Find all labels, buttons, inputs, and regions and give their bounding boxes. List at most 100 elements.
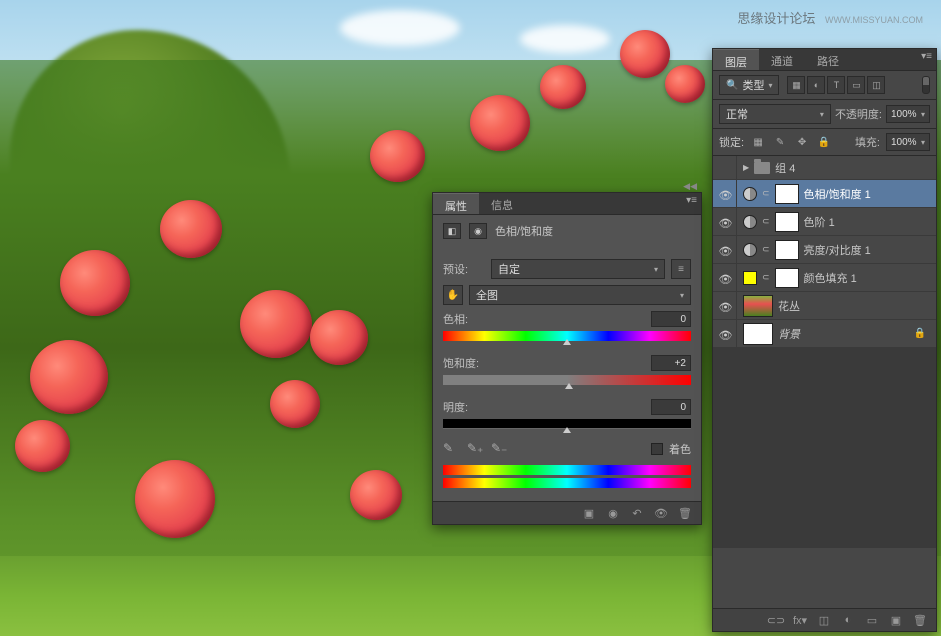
filter-shape-icon[interactable]: ▭ — [847, 76, 865, 94]
visibility-icon[interactable]: 👁 — [719, 301, 733, 311]
link-icon[interactable]: ⊂ — [762, 244, 770, 255]
link-icon[interactable]: ⊂ — [762, 216, 770, 227]
filter-type-select[interactable]: 🔍类型▾ — [719, 75, 779, 95]
disclosure-icon[interactable]: ▶ — [743, 163, 749, 172]
opacity-label: 不透明度: — [835, 106, 882, 122]
targeted-adjust-icon[interactable]: ✋ — [443, 285, 463, 305]
link-icon[interactable]: ⊂ — [762, 272, 770, 283]
lightness-value[interactable] — [651, 399, 691, 415]
filter-pixel-icon[interactable]: ▦ — [787, 76, 805, 94]
delete-layer-icon[interactable]: 🗑 — [912, 613, 928, 627]
tab-channels[interactable]: 通道 — [759, 49, 805, 70]
saturation-label: 饱和度: — [443, 355, 485, 371]
adjustment-icon — [743, 243, 757, 257]
visibility-icon[interactable]: 👁 — [719, 273, 733, 283]
layer-group[interactable]: ▶ 组 4 — [713, 156, 936, 180]
mask-thumb[interactable] — [775, 240, 799, 260]
layer-style-icon[interactable]: fx▾ — [792, 613, 808, 627]
fill-label: 填充: — [855, 134, 880, 150]
visibility-icon[interactable]: 👁 — [719, 217, 733, 227]
folder-icon — [754, 162, 770, 174]
add-mask-icon[interactable]: ◫ — [816, 613, 832, 627]
eyedropper-add-icon[interactable]: ✎₊ — [467, 441, 483, 457]
eyedropper-icon[interactable]: ✎ — [443, 441, 459, 457]
tab-layers[interactable]: 图层 — [713, 49, 759, 70]
tab-info[interactable]: 信息 — [479, 193, 525, 214]
visibility-icon[interactable]: 👁 — [719, 189, 733, 199]
hue-value[interactable] — [651, 311, 691, 327]
preset-select[interactable]: 自定▾ — [491, 259, 665, 279]
lock-all-icon[interactable]: 🔒 — [816, 135, 832, 149]
layer-levels[interactable]: 👁 ⊂ 色阶 1 — [713, 208, 936, 236]
rose — [540, 65, 586, 109]
filter-toggle[interactable] — [922, 76, 930, 94]
layer-name: 亮度/对比度 1 — [804, 242, 871, 258]
filter-smart-icon[interactable]: ◫ — [867, 76, 885, 94]
new-layer-icon[interactable]: ▣ — [888, 613, 904, 627]
layers-tabs: 图层 通道 路径 ▾≡ — [713, 49, 936, 71]
layer-thumb[interactable] — [743, 295, 773, 317]
lightness-label: 明度: — [443, 399, 485, 415]
properties-panel: ◀◀ 属性 信息 ▾≡ ◧ ◉ 色相/饱和度 预设: 自定▾ ≡ ✋ 全图▾ 色… — [432, 192, 702, 525]
adjustment-type-icon[interactable]: ◧ — [443, 223, 461, 239]
link-icon[interactable]: ⊂ — [762, 188, 770, 199]
new-group-icon[interactable]: ▭ — [864, 613, 880, 627]
layer-name: 组 4 — [775, 160, 795, 176]
panel-menu-icon[interactable]: ▾≡ — [686, 195, 697, 206]
rose — [310, 310, 368, 365]
panel-menu-icon[interactable]: ▾≡ — [921, 51, 932, 62]
adjustment-icon — [743, 215, 757, 229]
layer-name: 背景 — [778, 326, 800, 342]
lightness-slider[interactable] — [443, 419, 691, 429]
saturation-slider[interactable] — [443, 375, 691, 385]
mask-thumb[interactable] — [775, 268, 799, 288]
eyedropper-subtract-icon[interactable]: ✎₋ — [491, 441, 507, 457]
fill-swatch — [743, 271, 757, 285]
tab-paths[interactable]: 路径 — [805, 49, 851, 70]
colorize-label: 着色 — [669, 441, 691, 457]
blend-mode-select[interactable]: 正常▾ — [719, 104, 831, 124]
adjustment-header: ◧ ◉ 色相/饱和度 — [433, 215, 701, 247]
preset-options-icon[interactable]: ≡ — [671, 259, 691, 279]
visibility-icon[interactable]: 👁 — [719, 245, 733, 255]
layer-thumb[interactable] — [743, 323, 773, 345]
rose — [665, 65, 705, 103]
layer-name: 花丛 — [778, 298, 800, 314]
panel-collapse-icon[interactable]: ◀◀ — [683, 181, 697, 192]
layer-hue-saturation[interactable]: 👁 ⊂ 色相/饱和度 1 — [713, 180, 936, 208]
lock-position-icon[interactable]: ✥ — [794, 135, 810, 149]
toggle-visibility-icon[interactable]: 👁 — [653, 506, 669, 520]
lock-label: 锁定: — [719, 134, 744, 150]
filter-adjustment-icon[interactable]: ◐ — [807, 76, 825, 94]
link-layers-icon[interactable]: ⊂⊃ — [768, 613, 784, 627]
opacity-input[interactable]: 100%▾ — [886, 105, 930, 123]
layer-brightness-contrast[interactable]: 👁 ⊂ 亮度/对比度 1 — [713, 236, 936, 264]
mask-thumb[interactable] — [775, 212, 799, 232]
clip-to-layer-icon[interactable]: ▣ — [581, 506, 597, 520]
mask-icon[interactable]: ◉ — [469, 223, 487, 239]
mask-thumb[interactable] — [775, 184, 799, 204]
delete-icon[interactable]: 🗑 — [677, 506, 693, 520]
range-select[interactable]: 全图▾ — [469, 285, 691, 305]
hue-slider[interactable] — [443, 331, 691, 341]
view-previous-icon[interactable]: ◉ — [605, 506, 621, 520]
new-adjustment-icon[interactable]: ◐ — [840, 613, 856, 627]
lock-pixels-icon[interactable]: ✎ — [772, 135, 788, 149]
rose — [135, 460, 215, 538]
layer-color-fill[interactable]: 👁 ⊂ 颜色填充 1 — [713, 264, 936, 292]
layer-background[interactable]: 👁 背景 🔒 — [713, 320, 936, 348]
fill-input[interactable]: 100%▾ — [886, 133, 930, 151]
rose — [60, 250, 130, 316]
filter-type-icon[interactable]: T — [827, 76, 845, 94]
rose — [620, 30, 670, 78]
saturation-value[interactable] — [651, 355, 691, 371]
visibility-icon[interactable]: 👁 — [719, 329, 733, 339]
layer-image[interactable]: 👁 花丛 — [713, 292, 936, 320]
reset-icon[interactable]: ↶ — [629, 506, 645, 520]
tab-properties[interactable]: 属性 — [433, 193, 479, 214]
colorize-checkbox[interactable] — [651, 443, 663, 455]
lock-transparency-icon[interactable]: ▦ — [750, 135, 766, 149]
hue-label: 色相: — [443, 311, 485, 327]
rose — [370, 130, 425, 182]
layers-panel: 图层 通道 路径 ▾≡ 🔍类型▾ ▦ ◐ T ▭ ◫ 正常▾ 不透明度: 100… — [712, 48, 937, 632]
